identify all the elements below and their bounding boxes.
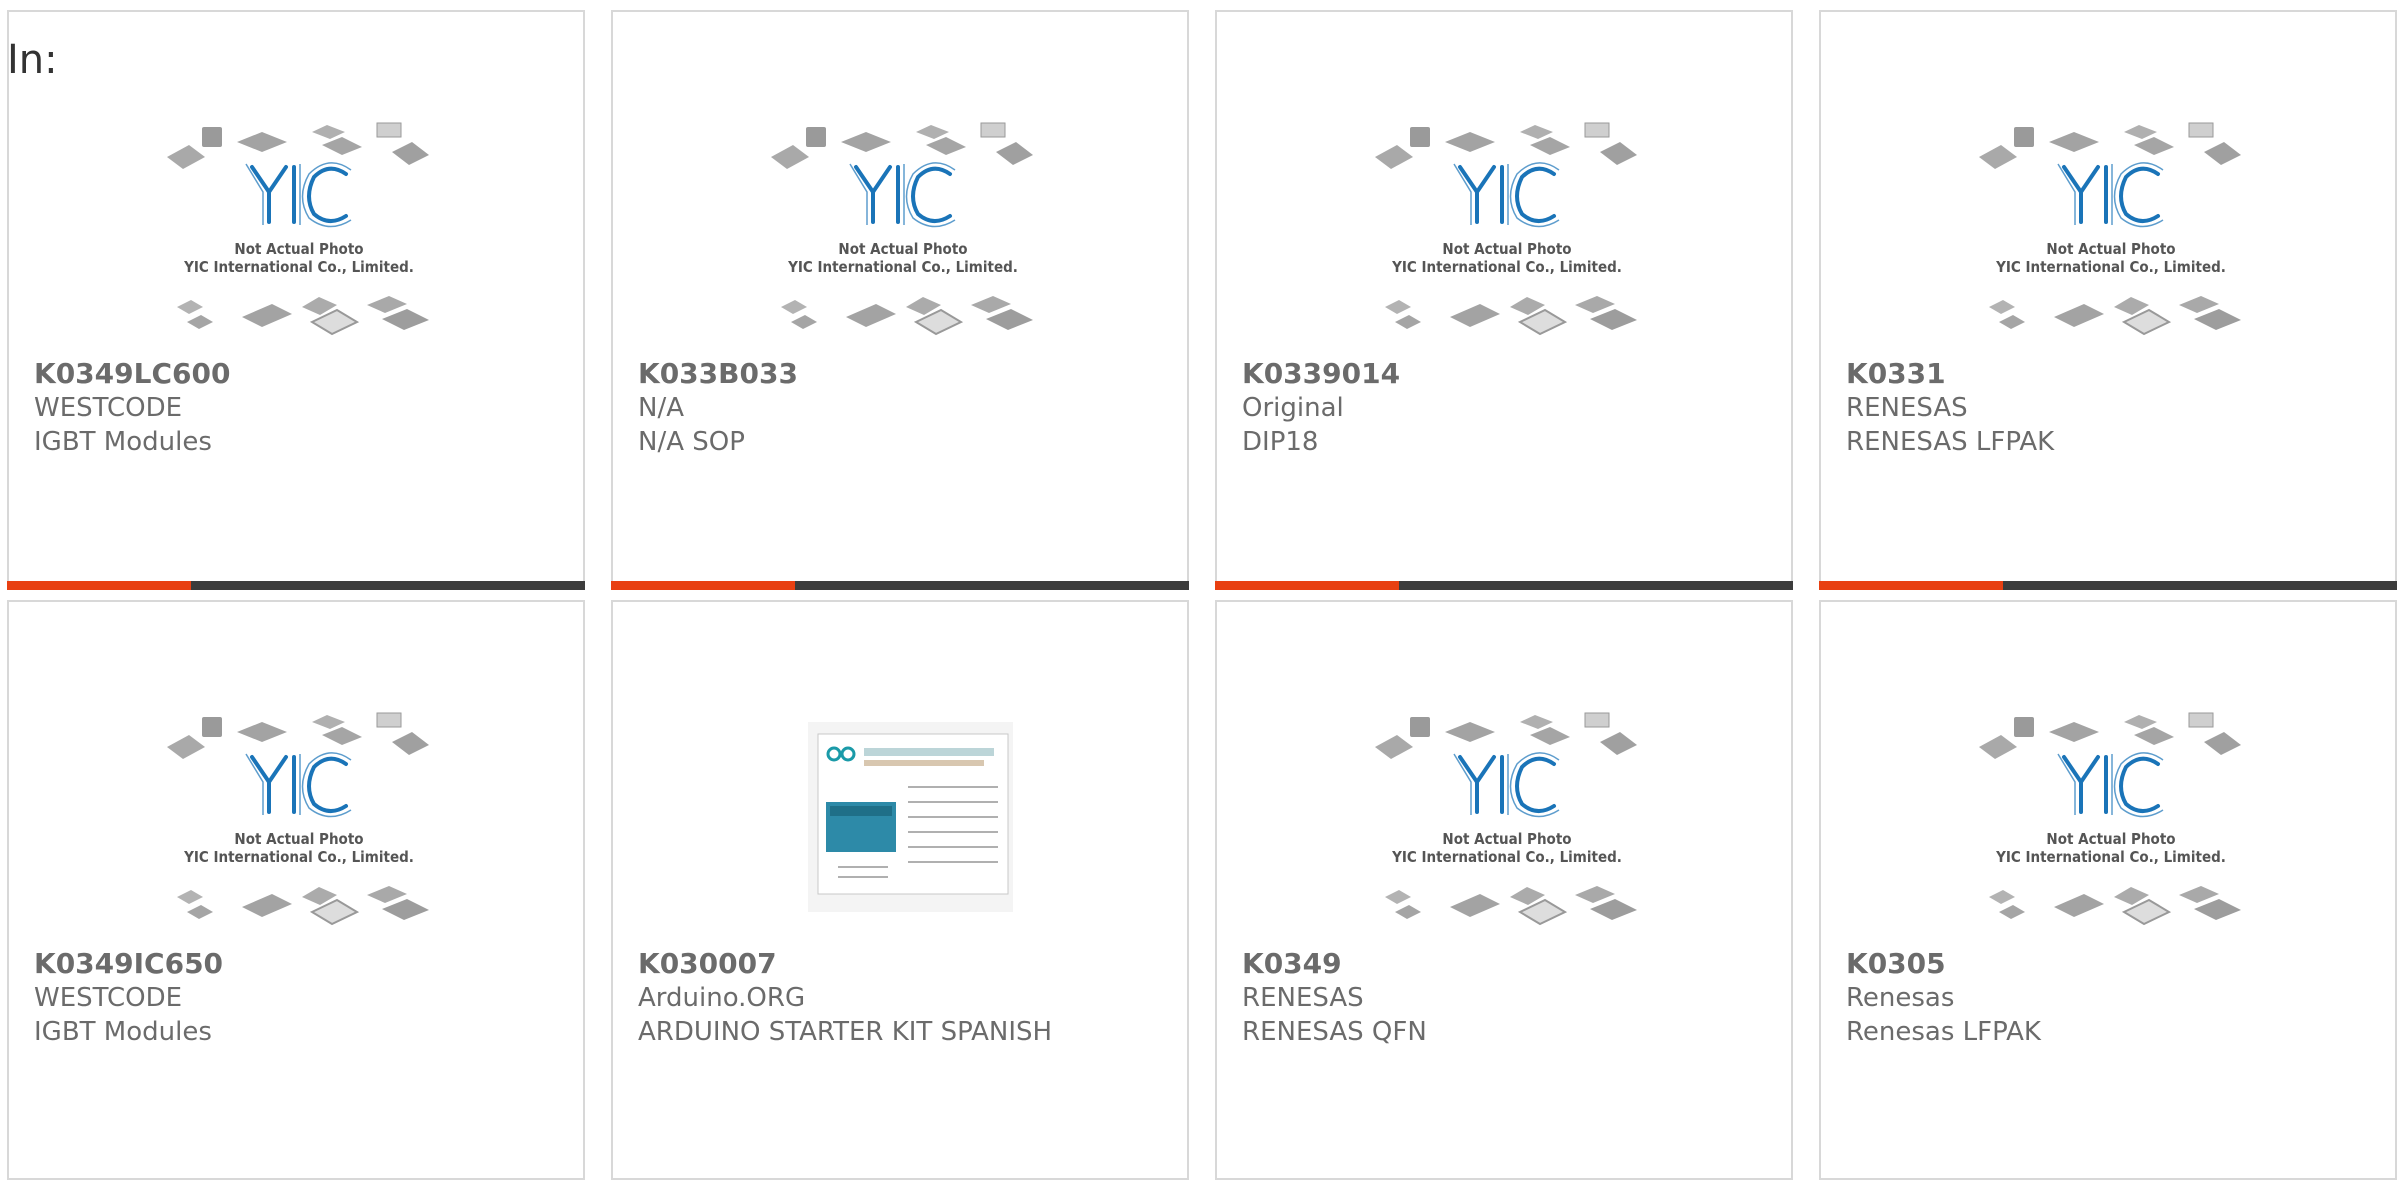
- description: RENESAS QFN: [1242, 1017, 1427, 1047]
- card-bottom-bar: [7, 581, 585, 590]
- product-card[interactable]: Not Actual Photo YIC International Co., L…: [1215, 600, 1793, 1180]
- part-number[interactable]: K0349IC650: [34, 947, 223, 981]
- placeholder-caption-line2: YIC International Co., Limited.: [183, 848, 414, 866]
- part-number[interactable]: K0331: [1846, 357, 2054, 391]
- part-number[interactable]: K0349LC600: [34, 357, 230, 391]
- product-card[interactable]: Not Actual Photo YIC International Co., L…: [1819, 10, 2397, 590]
- description: ARDUINO STARTER KIT SPANISH: [638, 1017, 1053, 1047]
- card-bottom-bar: [611, 581, 1189, 590]
- placeholder-caption-line2: YIC International Co., Limited.: [787, 258, 1018, 276]
- manufacturer: RENESAS: [1846, 393, 1968, 423]
- placeholder-caption-line1: Not Actual Photo: [2046, 240, 2175, 258]
- description: N/A SOP: [638, 427, 745, 457]
- placeholder-product-image: Not Actual Photo YIC International Co., L…: [1372, 692, 1642, 932]
- placeholder-product-image: Not Actual Photo YIC International Co., L…: [1372, 102, 1642, 342]
- part-number[interactable]: K033B033: [638, 357, 798, 391]
- card-bottom-bar: [1819, 581, 2397, 590]
- description: RENESAS LFPAK: [1846, 427, 2055, 457]
- manufacturer: WESTCODE: [34, 393, 183, 423]
- placeholder-product-image: Not Actual Photo YIC International Co., L…: [1976, 692, 2246, 932]
- part-number[interactable]: K0349: [1242, 947, 1427, 981]
- card-accent-bar: [611, 581, 795, 590]
- placeholder-product-image: Not Actual Photo YIC International Co., L…: [164, 102, 434, 342]
- manufacturer: Renesas: [1846, 983, 1955, 1013]
- part-number[interactable]: K0305: [1846, 947, 2041, 981]
- part-number[interactable]: K0339014: [1242, 357, 1400, 391]
- product-card[interactable]: Not Actual Photo YIC International Co., L…: [7, 10, 585, 590]
- placeholder-caption-line1: Not Actual Photo: [2046, 830, 2175, 848]
- placeholder-caption-line2: YIC International Co., Limited.: [1995, 848, 2226, 866]
- description: IGBT Modules: [34, 427, 212, 457]
- product-card[interactable]: Not Actual Photo YIC International Co., L…: [7, 600, 585, 1180]
- placeholder-caption-line1: Not Actual Photo: [234, 240, 363, 258]
- manufacturer: RENESAS: [1242, 983, 1364, 1013]
- description: IGBT Modules: [34, 1017, 212, 1047]
- placeholder-product-image: Not Actual Photo YIC International Co., L…: [164, 692, 434, 932]
- filter-label: In:: [7, 37, 58, 83]
- product-card[interactable]: K030007 Arduino.ORG ARDUINO STARTER KIT …: [611, 600, 1189, 1180]
- manufacturer: Arduino.ORG: [638, 983, 806, 1013]
- part-number[interactable]: K030007: [638, 947, 1052, 981]
- description: Renesas LFPAK: [1846, 1017, 2041, 1047]
- product-card[interactable]: Not Actual Photo YIC International Co., L…: [1215, 10, 1793, 590]
- placeholder-caption-line2: YIC International Co., Limited.: [1995, 258, 2226, 276]
- product-card[interactable]: Not Actual Photo YIC International Co., L…: [611, 10, 1189, 590]
- product-card[interactable]: Not Actual Photo YIC International Co., L…: [1819, 600, 2397, 1180]
- placeholder-caption-line2: YIC International Co., Limited.: [1391, 258, 1622, 276]
- manufacturer: N/A: [638, 393, 684, 423]
- placeholder-caption-line2: YIC International Co., Limited.: [183, 258, 414, 276]
- card-bottom-bar: [1215, 581, 1793, 590]
- placeholder-product-image: Not Actual Photo YIC International Co., L…: [768, 102, 1038, 342]
- placeholder-caption-line1: Not Actual Photo: [234, 830, 363, 848]
- card-accent-bar: [1215, 581, 1399, 590]
- placeholder-caption-line1: Not Actual Photo: [838, 240, 967, 258]
- card-accent-bar: [7, 581, 191, 590]
- manufacturer: Original: [1242, 393, 1344, 423]
- description: DIP18: [1242, 427, 1319, 457]
- placeholder-caption-line2: YIC International Co., Limited.: [1391, 848, 1622, 866]
- placeholder-caption-line1: Not Actual Photo: [1442, 830, 1571, 848]
- placeholder-caption-line1: Not Actual Photo: [1442, 240, 1571, 258]
- arduino-kit-image: [768, 692, 1038, 932]
- manufacturer: WESTCODE: [34, 983, 183, 1013]
- placeholder-product-image: Not Actual Photo YIC International Co., L…: [1976, 102, 2246, 342]
- card-accent-bar: [1819, 581, 2003, 590]
